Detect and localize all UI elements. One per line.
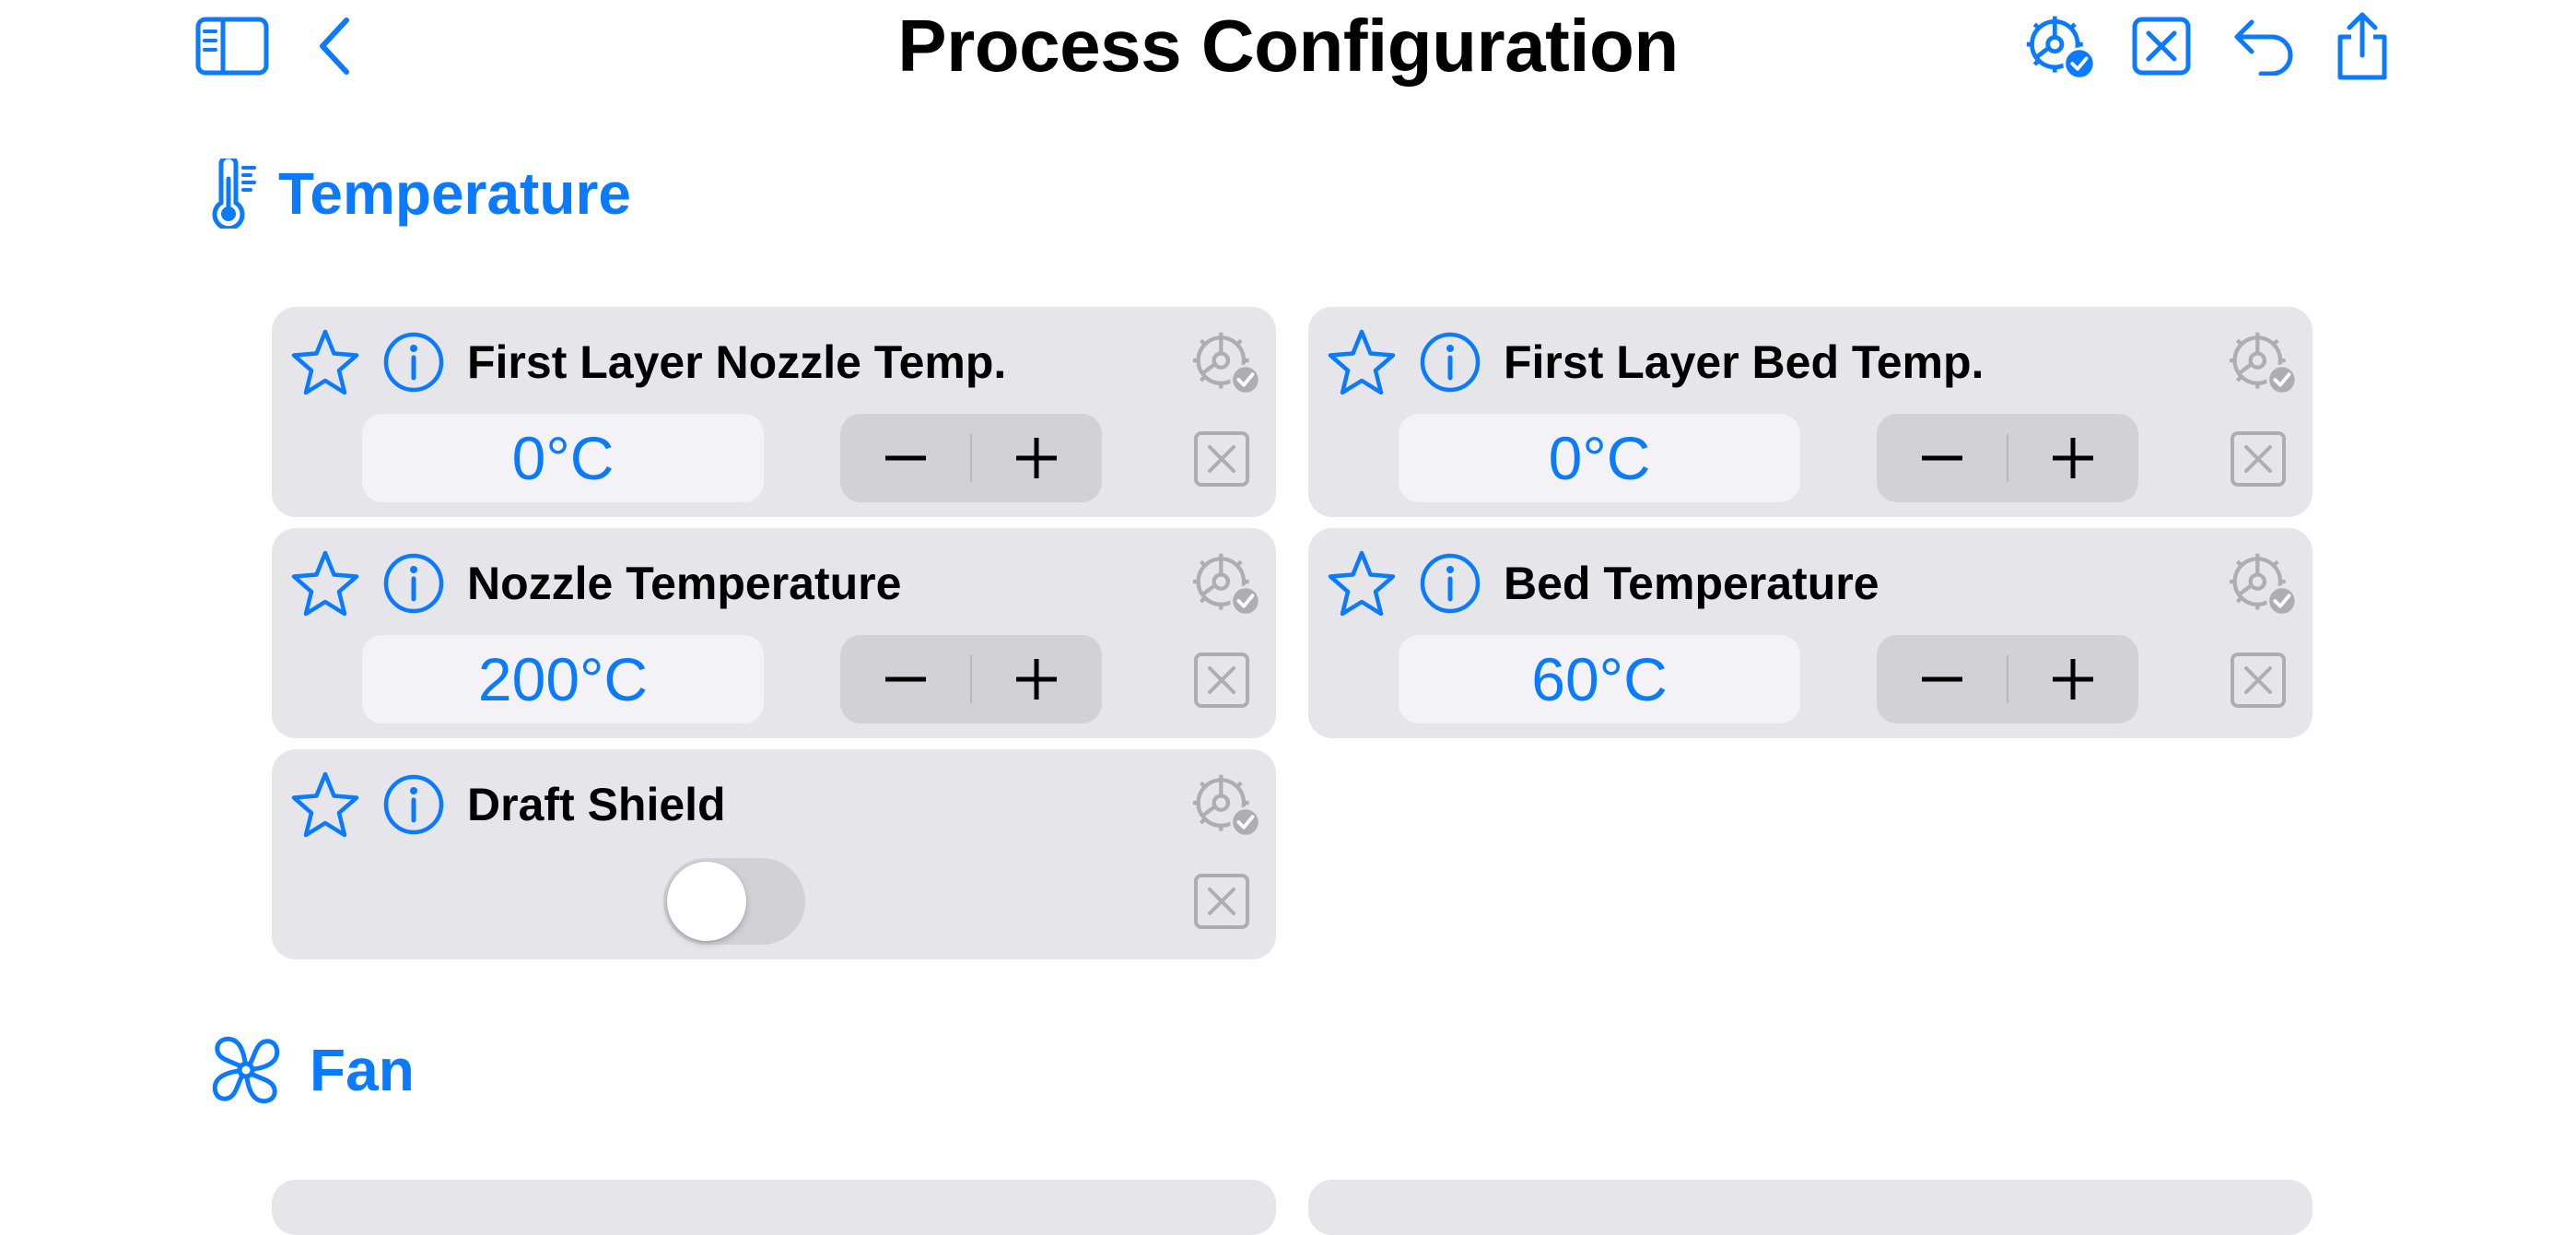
info-icon[interactable] — [382, 331, 445, 394]
favorite-star-icon[interactable] — [1327, 327, 1397, 397]
setting-label: First Layer Nozzle Temp. — [467, 336, 1007, 388]
toggle-knob — [667, 862, 746, 941]
value-field[interactable]: 0°C — [1399, 414, 1800, 502]
sidebar-toggle-icon[interactable] — [195, 9, 269, 83]
setting-card-bed-temperature: Bed Temperature 60°C — [1308, 528, 2313, 738]
stepper — [1877, 635, 2138, 723]
info-icon[interactable] — [382, 552, 445, 615]
clear-value-icon[interactable] — [2230, 430, 2287, 488]
setting-card-partial — [1308, 1180, 2313, 1235]
gear-check-icon — [2226, 327, 2300, 397]
section-title: Temperature — [278, 160, 631, 227]
decrement-button[interactable] — [840, 414, 971, 502]
info-icon[interactable] — [382, 773, 445, 836]
close-box-icon[interactable] — [2125, 9, 2198, 83]
gear-check-icon — [1189, 327, 1263, 397]
thermometer-icon — [210, 159, 262, 229]
share-icon[interactable] — [2325, 9, 2399, 83]
decrement-button[interactable] — [1877, 414, 2008, 502]
section-title: Fan — [310, 1037, 415, 1103]
setting-label: First Layer Bed Temp. — [1504, 336, 1985, 388]
info-icon[interactable] — [1419, 552, 1481, 615]
setting-card-first-layer-bed-temp: First Layer Bed Temp. 0°C — [1308, 307, 2313, 517]
setting-label: Draft Shield — [467, 779, 726, 830]
increment-button[interactable] — [971, 635, 1102, 723]
decrement-button[interactable] — [840, 635, 971, 723]
value-field[interactable]: 200°C — [362, 635, 764, 723]
clear-value-icon[interactable] — [1193, 873, 1250, 930]
increment-button[interactable] — [971, 414, 1102, 502]
section-header-temperature: Temperature — [210, 159, 631, 229]
value-field[interactable]: 60°C — [1399, 635, 1800, 723]
section-header-fan: Fan — [210, 1034, 415, 1106]
gear-check-icon[interactable] — [2023, 9, 2097, 83]
setting-card-partial — [272, 1180, 1276, 1235]
clear-value-icon[interactable] — [1193, 652, 1250, 709]
favorite-star-icon[interactable] — [1327, 548, 1397, 618]
stepper — [840, 635, 1102, 723]
clear-value-icon[interactable] — [1193, 430, 1250, 488]
setting-label: Bed Temperature — [1504, 558, 1879, 609]
draft-shield-toggle[interactable] — [663, 858, 805, 945]
gear-check-icon — [2226, 548, 2300, 618]
increment-button[interactable] — [2008, 635, 2138, 723]
setting-card-nozzle-temperature: Nozzle Temperature 200°C — [272, 528, 1276, 738]
value-field[interactable]: 0°C — [362, 414, 764, 502]
setting-label: Nozzle Temperature — [467, 558, 902, 609]
setting-card-draft-shield: Draft Shield — [272, 749, 1276, 959]
setting-card-first-layer-nozzle-temp: First Layer Nozzle Temp. 0°C — [272, 307, 1276, 517]
gear-check-icon — [1189, 548, 1263, 618]
clear-value-icon[interactable] — [2230, 652, 2287, 709]
info-icon[interactable] — [1419, 331, 1481, 394]
decrement-button[interactable] — [1877, 635, 2008, 723]
fan-icon — [210, 1034, 282, 1106]
favorite-star-icon[interactable] — [290, 548, 360, 618]
favorite-star-icon[interactable] — [290, 327, 360, 397]
undo-icon[interactable] — [2226, 9, 2300, 83]
stepper — [1877, 414, 2138, 502]
stepper — [840, 414, 1102, 502]
gear-check-icon — [1189, 770, 1263, 840]
increment-button[interactable] — [2008, 414, 2138, 502]
back-chevron-icon[interactable] — [299, 9, 372, 83]
favorite-star-icon[interactable] — [290, 770, 360, 840]
